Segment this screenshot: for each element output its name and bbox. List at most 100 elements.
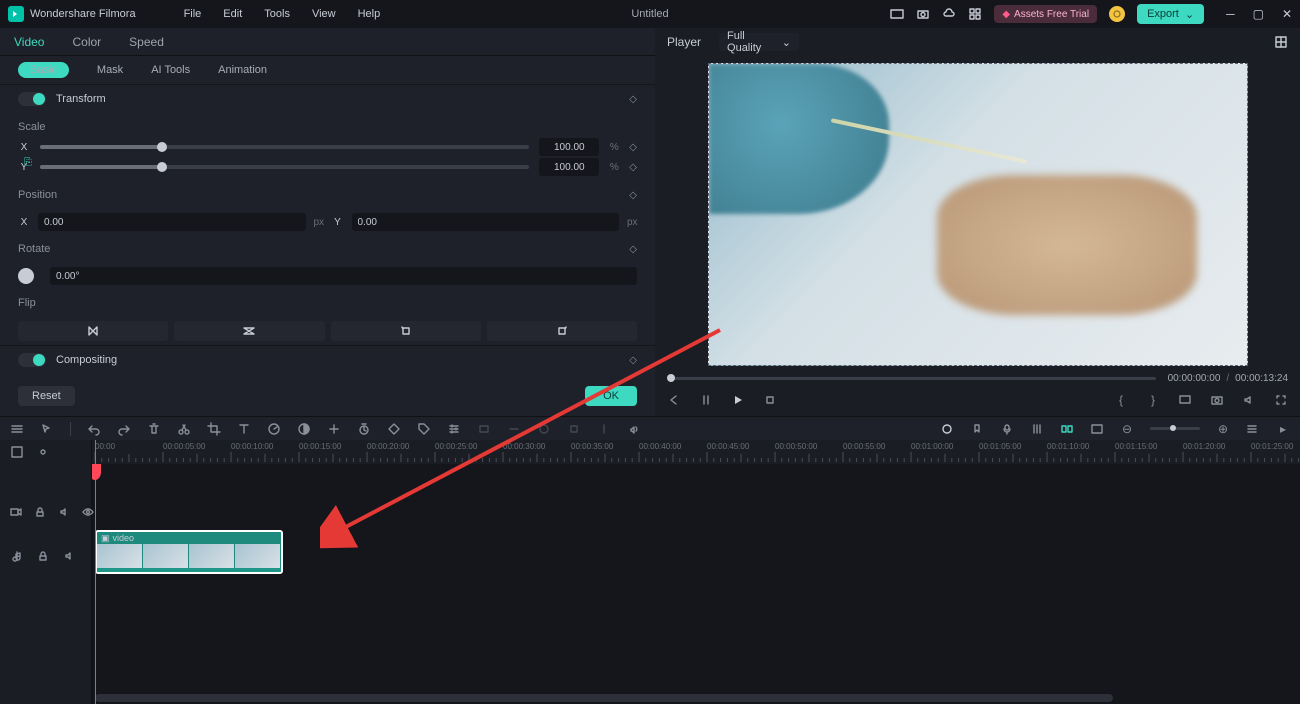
text-icon[interactable] [237,422,251,436]
snapshot-icon[interactable] [1210,393,1224,407]
zoom-in-icon[interactable]: ⊕ [1216,422,1230,436]
color-icon[interactable] [297,422,311,436]
keyframe-icon[interactable]: ◇ [629,190,637,201]
minimize-button[interactable]: ─ [1226,7,1235,21]
play-pause-button[interactable] [699,393,713,407]
position-y-input[interactable] [352,213,620,231]
transform-toggle[interactable] [18,92,46,106]
menu-help[interactable]: Help [358,8,381,20]
coin-icon[interactable] [1109,6,1125,22]
rotate-knob[interactable] [18,268,34,284]
keyframe-icon[interactable]: ◇ [629,94,637,105]
grid-icon[interactable] [968,7,982,21]
mixer-icon[interactable] [1030,422,1044,436]
menu-view[interactable]: View [312,8,336,20]
scale-y-slider[interactable] [40,165,529,169]
mark-out-icon[interactable]: } [1146,393,1160,407]
scale-link-icon[interactable]: ⎘ [24,157,32,168]
cursor-icon[interactable] [40,422,54,436]
mic-icon[interactable] [1000,422,1014,436]
mark-in-icon[interactable]: { [1114,393,1128,407]
keyframe-tool-icon[interactable] [387,422,401,436]
delete-icon[interactable] [147,422,161,436]
screenshot-icon[interactable] [916,7,930,21]
tab-speed[interactable]: Speed [115,35,178,49]
scale-x-slider[interactable] [40,145,529,149]
audio-track-header[interactable] [0,536,91,576]
timeline-tracks-area[interactable]: 00:0000:00:05:0000:00:10:0000:00:15:0000… [92,440,1300,704]
crop-icon[interactable] [207,422,221,436]
record-icon[interactable] [940,422,954,436]
subtab-mask[interactable]: Mask [97,64,123,76]
keyframe-icon[interactable]: ◇ [629,355,637,366]
export-button[interactable]: Export⌄ [1137,4,1204,24]
menu-file[interactable]: File [184,8,202,20]
rotate-ccw-button[interactable] [331,321,481,341]
playhead[interactable] [95,440,96,704]
auto-ripple-icon[interactable] [1060,422,1074,436]
scrub-thumb[interactable] [667,374,675,382]
track-manager-icon[interactable] [10,445,24,459]
snap-icon[interactable] [10,422,24,436]
position-x-input[interactable] [38,213,306,231]
tab-color[interactable]: Color [58,35,115,49]
keyframe-icon[interactable]: ◇ [629,142,637,153]
lock-icon[interactable] [34,505,46,519]
subtab-animation[interactable]: Animation [218,64,267,76]
play-button[interactable] [731,393,745,407]
keyframe-icon[interactable]: ◇ [629,244,637,255]
subtab-basic[interactable]: Basic [18,62,69,78]
layout-icon[interactable] [890,7,904,21]
maximize-button[interactable]: ▢ [1253,7,1264,21]
mute-icon[interactable] [62,549,76,563]
flip-horizontal-button[interactable] [18,321,168,341]
menu-edit[interactable]: Edit [223,8,242,20]
redo-icon[interactable] [117,422,131,436]
marker-icon[interactable] [970,422,984,436]
keyframe-icon[interactable]: ◇ [629,162,637,173]
timeline-ruler[interactable]: 00:0000:00:05:0000:00:10:0000:00:15:0000… [92,440,1300,464]
tab-video[interactable]: Video [0,35,58,49]
close-button[interactable]: ✕ [1282,7,1292,21]
flip-vertical-button[interactable] [174,321,324,341]
audio-tool-icon[interactable] [627,422,641,436]
ok-button[interactable]: OK [585,386,637,406]
prev-frame-button[interactable] [667,393,681,407]
compositing-toggle[interactable] [18,353,46,367]
quality-select[interactable]: Full Quality ⌄ [719,33,799,51]
reset-button[interactable]: Reset [18,386,75,406]
duration-icon[interactable] [357,422,371,436]
timeline-scrollbar[interactable] [92,694,1290,702]
zoom-out-icon[interactable]: ⊖ [1120,422,1134,436]
rotate-cw-button[interactable] [487,321,637,341]
adjust-icon[interactable] [447,422,461,436]
scrub-track[interactable] [667,377,1156,380]
cloud-icon[interactable] [942,7,956,21]
display-icon[interactable] [1178,393,1192,407]
speed-circle-icon[interactable] [267,422,281,436]
fullscreen-icon[interactable] [1274,393,1288,407]
scale-x-value[interactable]: 100.00 [539,138,599,156]
mute-icon[interactable] [58,505,70,519]
view-mode-icon[interactable] [1090,422,1104,436]
subtab-ai-tools[interactable]: AI Tools [151,64,190,76]
link-tracks-icon[interactable] [36,445,50,459]
volume-icon[interactable] [1242,393,1256,407]
preview-grid-icon[interactable] [1274,35,1288,49]
effects-icon[interactable] [327,422,341,436]
video-clip[interactable]: ▣video [95,530,283,574]
split-icon[interactable] [177,422,191,436]
expand-icon[interactable]: ▸ [1276,422,1290,436]
rotate-input[interactable] [50,267,637,285]
zoom-slider[interactable] [1150,427,1200,430]
track-options-icon[interactable] [1246,422,1260,436]
video-track-header[interactable] [0,488,91,536]
undo-icon[interactable] [87,422,101,436]
scale-y-value[interactable]: 100.00 [539,158,599,176]
stop-button[interactable] [763,393,777,407]
lock-icon[interactable] [36,549,50,563]
video-preview[interactable] [708,63,1248,366]
menu-tools[interactable]: Tools [264,8,290,20]
tag-icon[interactable] [417,422,431,436]
assets-trial-pill[interactable]: ◆Assets Free Trial [994,5,1097,23]
